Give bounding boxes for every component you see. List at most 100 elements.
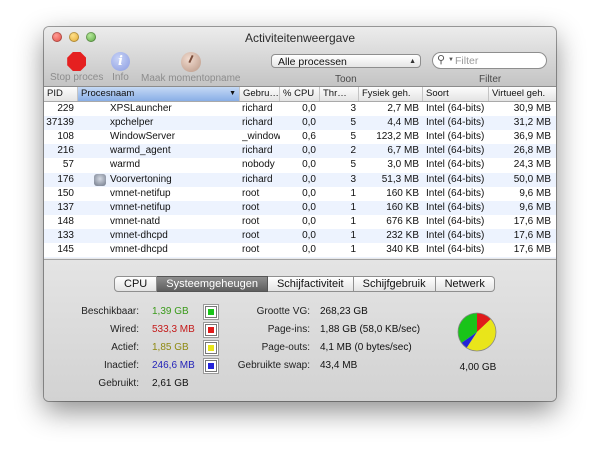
search-icon: ⚲ bbox=[437, 54, 446, 66]
stop-process-label: Stop proces bbox=[50, 72, 104, 83]
table-cell: Intel (64-bits) bbox=[426, 244, 485, 255]
table-row[interactable]: 150 vmnet-netifup root 0,0 1 160 KB Intel (64-… bbox=[44, 187, 556, 201]
table-cell: 1 bbox=[350, 229, 356, 241]
column-header-user[interactable]: Gebru… bbox=[240, 87, 280, 101]
table-cell: 17,6 MB bbox=[513, 215, 551, 227]
table-cell: 31,2 MB bbox=[513, 117, 551, 129]
table-cell: 160 KB bbox=[386, 187, 419, 199]
table-cell: 0,0 bbox=[302, 117, 316, 129]
table-cell: 176 bbox=[57, 173, 74, 185]
table-cell: 57 bbox=[62, 159, 74, 171]
table-row[interactable]: 148 vmnet-natd root 0,0 1 676 KB Intel (64-bit… bbox=[44, 215, 556, 229]
select-arrows-icon: ▲ bbox=[409, 58, 416, 65]
search-field[interactable]: ⚲ ▼ Filter bbox=[432, 52, 547, 69]
column-header-process-name-label: Procesnaam bbox=[81, 88, 135, 99]
table-cell: 5 bbox=[350, 159, 356, 171]
table-cell: 137 bbox=[57, 201, 74, 213]
table-cell: 50,0 MB bbox=[513, 173, 551, 185]
process-filter-select[interactable]: Alle processen ▲ bbox=[271, 54, 421, 68]
column-header-kind[interactable]: Soort bbox=[423, 87, 489, 101]
table-cell: 30,9 MB bbox=[513, 103, 551, 114]
vm-size-value: 268,23 GB bbox=[320, 306, 368, 317]
memory-pie-chart bbox=[457, 312, 497, 352]
table-cell: Intel (64-bits) bbox=[426, 159, 485, 171]
total-memory-label: 4,00 GB bbox=[459, 362, 497, 373]
table-cell: root bbox=[242, 187, 260, 199]
column-header-real-memory[interactable]: Fysiek geh. bbox=[359, 87, 423, 101]
table-cell: 6,7 MB bbox=[387, 145, 419, 157]
table-cell: 133 bbox=[57, 229, 74, 241]
column-header-threads[interactable]: Thr… bbox=[320, 87, 359, 101]
free-memory-label: Beschikbaar: bbox=[81, 306, 139, 317]
table-row[interactable]: 133 22,3 MB bbox=[44, 257, 556, 258]
page-outs-value: 4,1 MB (0 bytes/sec) bbox=[320, 342, 412, 353]
table-cell: root bbox=[242, 201, 260, 213]
table-row[interactable]: 137 vmnet-netifup root 0,0 1 160 KB Intel (64-… bbox=[44, 200, 556, 215]
table-cell: 216 bbox=[57, 145, 74, 157]
process-table: PID Procesnaam ▼ Gebru… % CPU Thr… Fysie… bbox=[44, 87, 556, 258]
tab-cpu[interactable]: CPU bbox=[114, 276, 158, 292]
stop-process-button[interactable]: Stop proces bbox=[50, 52, 103, 83]
table-cell: 5 bbox=[350, 131, 356, 143]
table-row[interactable]: 108 WindowServer _window 0,6 5 123,2 MB Intel … bbox=[44, 130, 556, 144]
table-cell: 0,6 bbox=[302, 131, 316, 143]
table-cell: warmd bbox=[110, 159, 141, 171]
table-cell: root bbox=[242, 244, 260, 255]
table-cell: warmd_agent bbox=[110, 145, 171, 157]
table-cell: root bbox=[242, 229, 260, 241]
table-cell: 1 bbox=[350, 201, 356, 213]
table-row[interactable]: 176 Voorvertoning richard 0,0 3 51,3 MB Intel … bbox=[44, 172, 556, 187]
table-cell: 133 bbox=[44, 257, 74, 258]
table-cell bbox=[320, 257, 356, 258]
column-header-pid[interactable]: PID bbox=[44, 87, 78, 101]
process-filter-value: Alle processen bbox=[278, 56, 347, 68]
tab-disk-activity[interactable]: Schijfactiviteit bbox=[267, 276, 354, 292]
table-cell: Intel (64-bits) bbox=[426, 131, 485, 143]
table-row[interactable]: 229 XPSLauncher richard 0,0 3 2,7 MB Intel (64… bbox=[44, 102, 556, 116]
table-cell: 150 bbox=[57, 187, 74, 199]
vm-size-label: Grootte VG: bbox=[256, 306, 310, 317]
tab-system-memory[interactable]: Systeemgeheugen bbox=[157, 276, 268, 292]
table-cell: 148 bbox=[57, 215, 74, 227]
active-memory-label: Actief: bbox=[111, 342, 139, 353]
table-cell: _window bbox=[242, 131, 280, 143]
tab-disk-usage[interactable]: Schijfgebruik bbox=[353, 276, 436, 292]
table-row[interactable]: 37139 xpchelper richard 0,0 5 4,4 MB Intel (64… bbox=[44, 116, 556, 131]
table-row[interactable]: 145 vmnet-dhcpd root 0,0 1 340 KB Intel (64-bi… bbox=[44, 243, 556, 257]
table-cell: vmnet-dhcpd bbox=[110, 229, 168, 241]
tab-network[interactable]: Netwerk bbox=[435, 276, 495, 292]
table-cell: 9,6 MB bbox=[519, 201, 551, 213]
column-header-virtual-memory[interactable]: Virtueel geh. bbox=[489, 87, 556, 101]
info-icon: i bbox=[111, 52, 130, 71]
stop-icon bbox=[67, 52, 87, 71]
table-cell: 17,6 MB bbox=[513, 244, 551, 255]
table-cell: richard bbox=[242, 145, 273, 157]
snapshot-label: Maak momentopname bbox=[141, 73, 241, 84]
table-cell: Intel (64-bits) bbox=[426, 187, 485, 199]
table-row[interactable]: 57 warmd nobody 0,0 5 3,0 MB Intel (64-bits) 24… bbox=[44, 158, 556, 172]
info-panel: CPU Systeemgeheugen Schijfactiviteit Sch… bbox=[44, 259, 556, 401]
wired-memory-label: Wired: bbox=[110, 324, 139, 335]
active-memory-value: 1,85 GB bbox=[152, 342, 189, 353]
table-cell: Voorvertoning bbox=[110, 173, 172, 185]
column-header-cpu[interactable]: % CPU bbox=[280, 87, 320, 101]
table-cell: WindowServer bbox=[110, 131, 176, 143]
table-cell: 676 KB bbox=[386, 215, 419, 227]
activity-monitor-window: Activiteitenweergave Stop proces i Info … bbox=[44, 27, 556, 401]
table-row[interactable]: 133 vmnet-dhcpd root 0,0 1 232 KB Intel (64-bi… bbox=[44, 228, 556, 243]
info-button[interactable]: i Info bbox=[111, 52, 130, 83]
search-placeholder: Filter bbox=[455, 55, 479, 67]
table-cell: vmnet-netifup bbox=[110, 201, 171, 213]
table-cell: 36,9 MB bbox=[513, 131, 551, 143]
show-label: Toon bbox=[335, 74, 357, 85]
sample-process-button[interactable]: Maak momentopname bbox=[141, 52, 241, 84]
table-cell: Intel (64-bits) bbox=[426, 229, 485, 241]
column-header-process-name[interactable]: Procesnaam ▼ bbox=[78, 87, 240, 101]
table-row[interactable]: 216 warmd_agent richard 0,0 2 6,7 MB Intel (64… bbox=[44, 144, 556, 159]
table-cell: 4,4 MB bbox=[387, 117, 419, 129]
table-cell bbox=[242, 257, 280, 258]
table-cell: 0,0 bbox=[302, 215, 316, 227]
table-cell: 24,3 MB bbox=[513, 159, 551, 171]
table-cell: 232 KB bbox=[386, 229, 419, 241]
inactive-memory-label: Inactief: bbox=[103, 360, 139, 371]
